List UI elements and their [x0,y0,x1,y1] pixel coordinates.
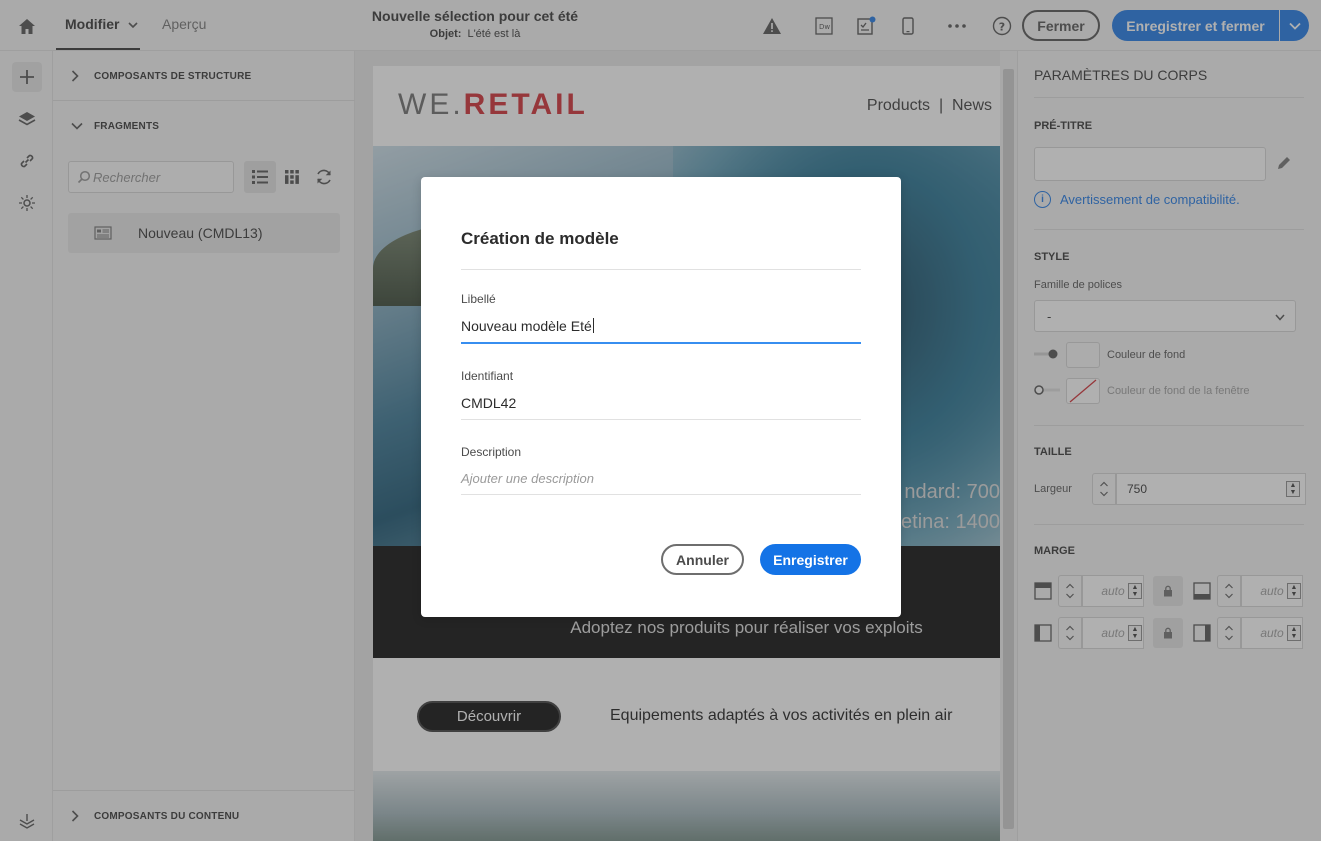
id-input[interactable]: CMDL42 [461,395,861,420]
description-input[interactable]: Ajouter une description [461,471,861,495]
label-caption: Libellé [461,292,496,306]
description-caption: Description [461,445,522,459]
label-value: Nouveau modèle Eté [461,318,592,334]
create-template-dialog: Création de modèle Libellé Nouveau modèl… [421,177,901,617]
dialog-title: Création de modèle [461,229,619,248]
id-value: CMDL42 [461,395,517,411]
cancel-button[interactable]: Annuler [661,544,744,575]
text-caret [592,318,594,333]
divider [461,269,861,270]
id-caption: Identifiant [461,369,514,383]
description-placeholder: Ajouter une description [461,471,594,486]
label-input[interactable]: Nouveau modèle Eté [461,318,861,344]
save-button[interactable]: Enregistrer [760,544,861,575]
